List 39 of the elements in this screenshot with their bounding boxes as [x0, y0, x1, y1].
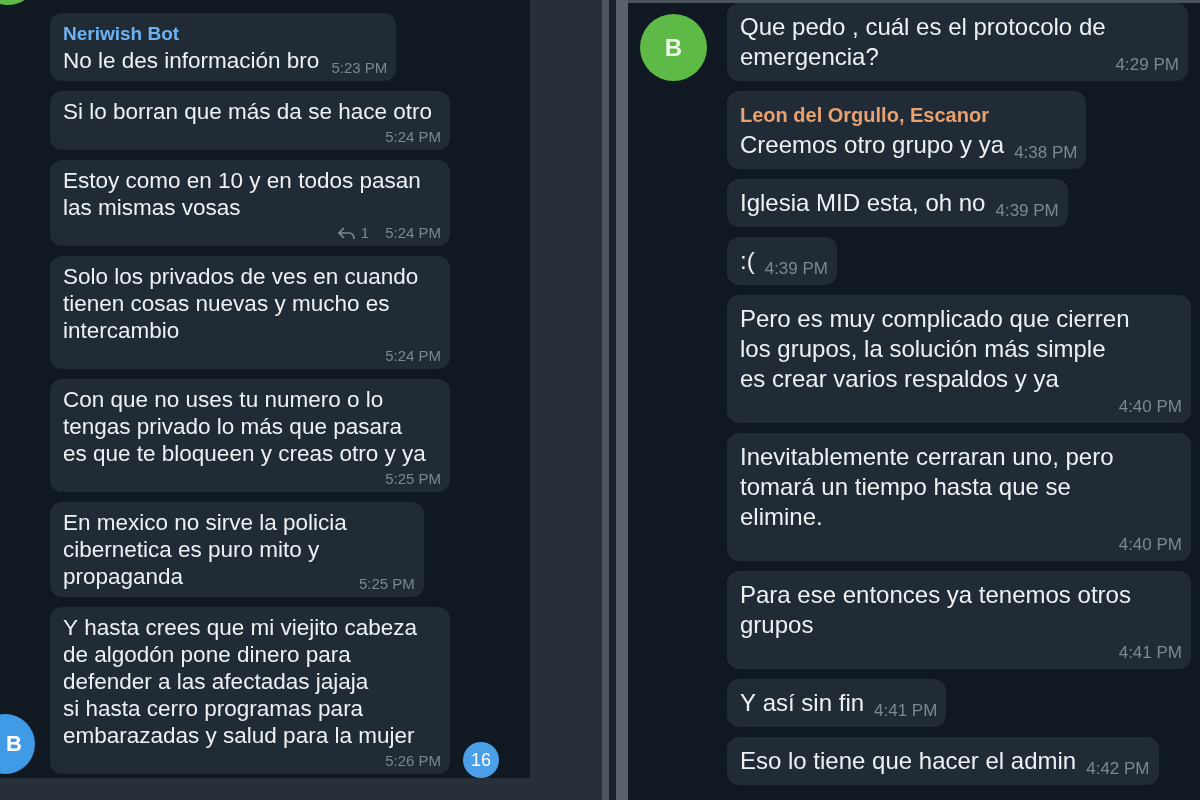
message-time: 5:24 PM: [385, 346, 441, 366]
message-text: Y hasta crees que mi viejito cabeza de algodón pone dinero para defender a las afectadas jajaja si hasta cerro programas para embarazadas y salud para la mujer: [63, 614, 417, 749]
message-text: En mexico no sirve la policia cibernetica es puro mito y propaganda: [63, 509, 347, 590]
message-text: Solo los privados de ves en cuando tienen cosas nuevas y mucho es intercambio: [63, 263, 419, 344]
message-time: 4:39 PM: [995, 200, 1059, 222]
message-text: Con que no uses tu numero o lo tengas privado lo más que pasara es que te bloqueen y creas otro y ya: [63, 386, 426, 467]
message-text: :(: [740, 246, 755, 276]
avatar[interactable]: B: [640, 14, 707, 81]
message-time: 4:29 PM: [1115, 54, 1179, 76]
message-text: Creemos otro grupo y ya: [740, 130, 1005, 160]
sender-name: Neriwish Bot: [63, 22, 180, 46]
message-time: 4:41 PM: [874, 700, 938, 722]
message-time: 5:25 PM: [385, 469, 441, 489]
message-time: 5:26 PM: [385, 751, 441, 771]
message-time: 5:24 PM: [385, 223, 441, 243]
message-text: No le des información bro: [63, 47, 320, 74]
message-time: 5:23 PM: [331, 58, 388, 78]
message-time: 4:42 PM: [1086, 758, 1150, 780]
message-text: Y así sin fin: [740, 688, 865, 718]
message-text: Para ese entonces ya tenemos otros grupos: [740, 580, 1131, 640]
message-time: 4:39 PM: [764, 258, 828, 280]
avatar[interactable]: B: [0, 714, 35, 774]
message-time: 4:40 PM: [1118, 534, 1182, 556]
message-text: Iglesia MID esta, oh no: [740, 188, 986, 218]
message-text: Eso lo tiene que hacer el admin: [740, 746, 1077, 776]
message-time: 4:38 PM: [1014, 142, 1078, 164]
sender-name: Leon del Orgullo, Escanor: [740, 103, 989, 128]
reply-arrow-icon[interactable]: [337, 226, 355, 240]
unread-count-badge[interactable]: 16: [463, 742, 499, 778]
message-text: Si lo borran que más da se hace otro: [63, 98, 432, 125]
message-text: Inevitablemente cerraran uno, pero tomará un tiempo hasta que se elimine.: [740, 442, 1114, 532]
reply-count[interactable]: 1: [360, 223, 370, 243]
message-time: 4:40 PM: [1118, 396, 1182, 418]
message-time: 5:24 PM: [385, 127, 441, 147]
message-text: Pero es muy complicado que cierren los grupos, la solución más simple es crear varios respaldos y ya: [740, 304, 1130, 394]
message-time: 4:41 PM: [1118, 642, 1182, 664]
message-text: Que pedo , cuál es el protocolo de emergencia?: [740, 12, 1106, 72]
message-time: 5:25 PM: [358, 574, 415, 594]
message-text: Estoy como en 10 y en todos pasan las mismas vosas: [63, 167, 421, 221]
